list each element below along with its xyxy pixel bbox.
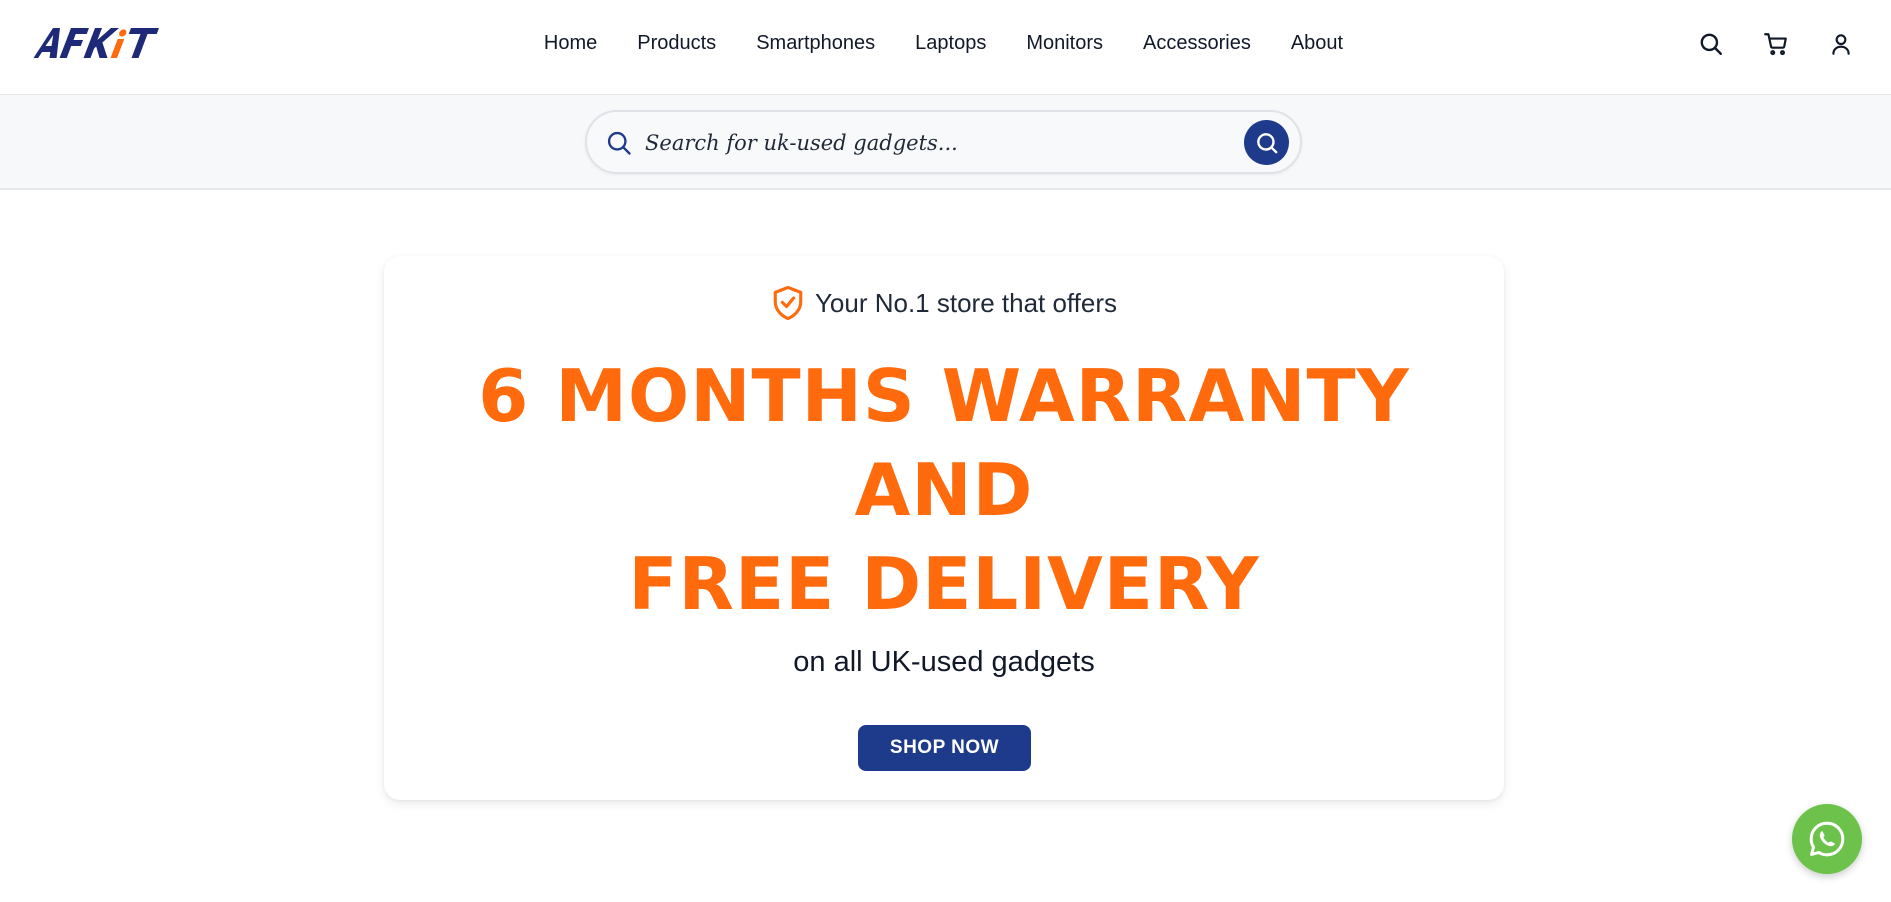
search-icon	[1700, 33, 1722, 55]
shop-now-button[interactable]: SHOP NOW	[858, 725, 1031, 771]
logo[interactable]	[28, 24, 174, 62]
search-icon	[607, 131, 631, 155]
main-nav: Home Products Smartphones Laptops Monito…	[0, 0, 1891, 87]
shield-check-icon	[773, 285, 803, 321]
tagline-text: Your No.1 store that offers	[814, 287, 1118, 318]
whatsapp-icon	[1809, 821, 1845, 857]
hero-subtext: on all UK-used gadgets	[793, 646, 1095, 678]
user-icon	[1832, 34, 1850, 55]
nav-item-laptops[interactable]: Laptops	[915, 32, 986, 55]
whatsapp-chat-button[interactable]	[1792, 804, 1862, 874]
headline-line-2: AND	[854, 448, 1034, 532]
search-icon	[1256, 132, 1277, 153]
site-header: Home Products Smartphones Laptops Monito…	[0, 0, 1891, 95]
header-search-button[interactable]	[1697, 30, 1725, 58]
cart-button[interactable]	[1762, 30, 1790, 58]
headline-line-1: 6 MONTHS WARRANTY	[478, 354, 1410, 438]
headline-line-3: FREE DELIVERY	[628, 542, 1260, 626]
search-box	[585, 110, 1302, 174]
nav-item-accessories[interactable]: Accessories	[1143, 32, 1251, 55]
cart-icon	[1764, 33, 1787, 56]
search-input[interactable]	[645, 122, 1185, 164]
nav-item-home[interactable]: Home	[544, 32, 597, 55]
search-submit-button[interactable]	[1244, 120, 1289, 165]
nav-item-products[interactable]: Products	[637, 32, 716, 55]
account-button[interactable]	[1827, 30, 1855, 58]
hero-tagline: Your No.1 store that offers	[384, 284, 1504, 322]
nav-item-about[interactable]: About	[1291, 32, 1343, 55]
search-bar-section	[0, 95, 1891, 190]
nav-item-monitors[interactable]: Monitors	[1026, 32, 1103, 55]
promo-hero-card: Your No.1 store that offers 6 MONTHS WAR…	[384, 256, 1504, 800]
nav-item-smartphones[interactable]: Smartphones	[756, 32, 875, 55]
